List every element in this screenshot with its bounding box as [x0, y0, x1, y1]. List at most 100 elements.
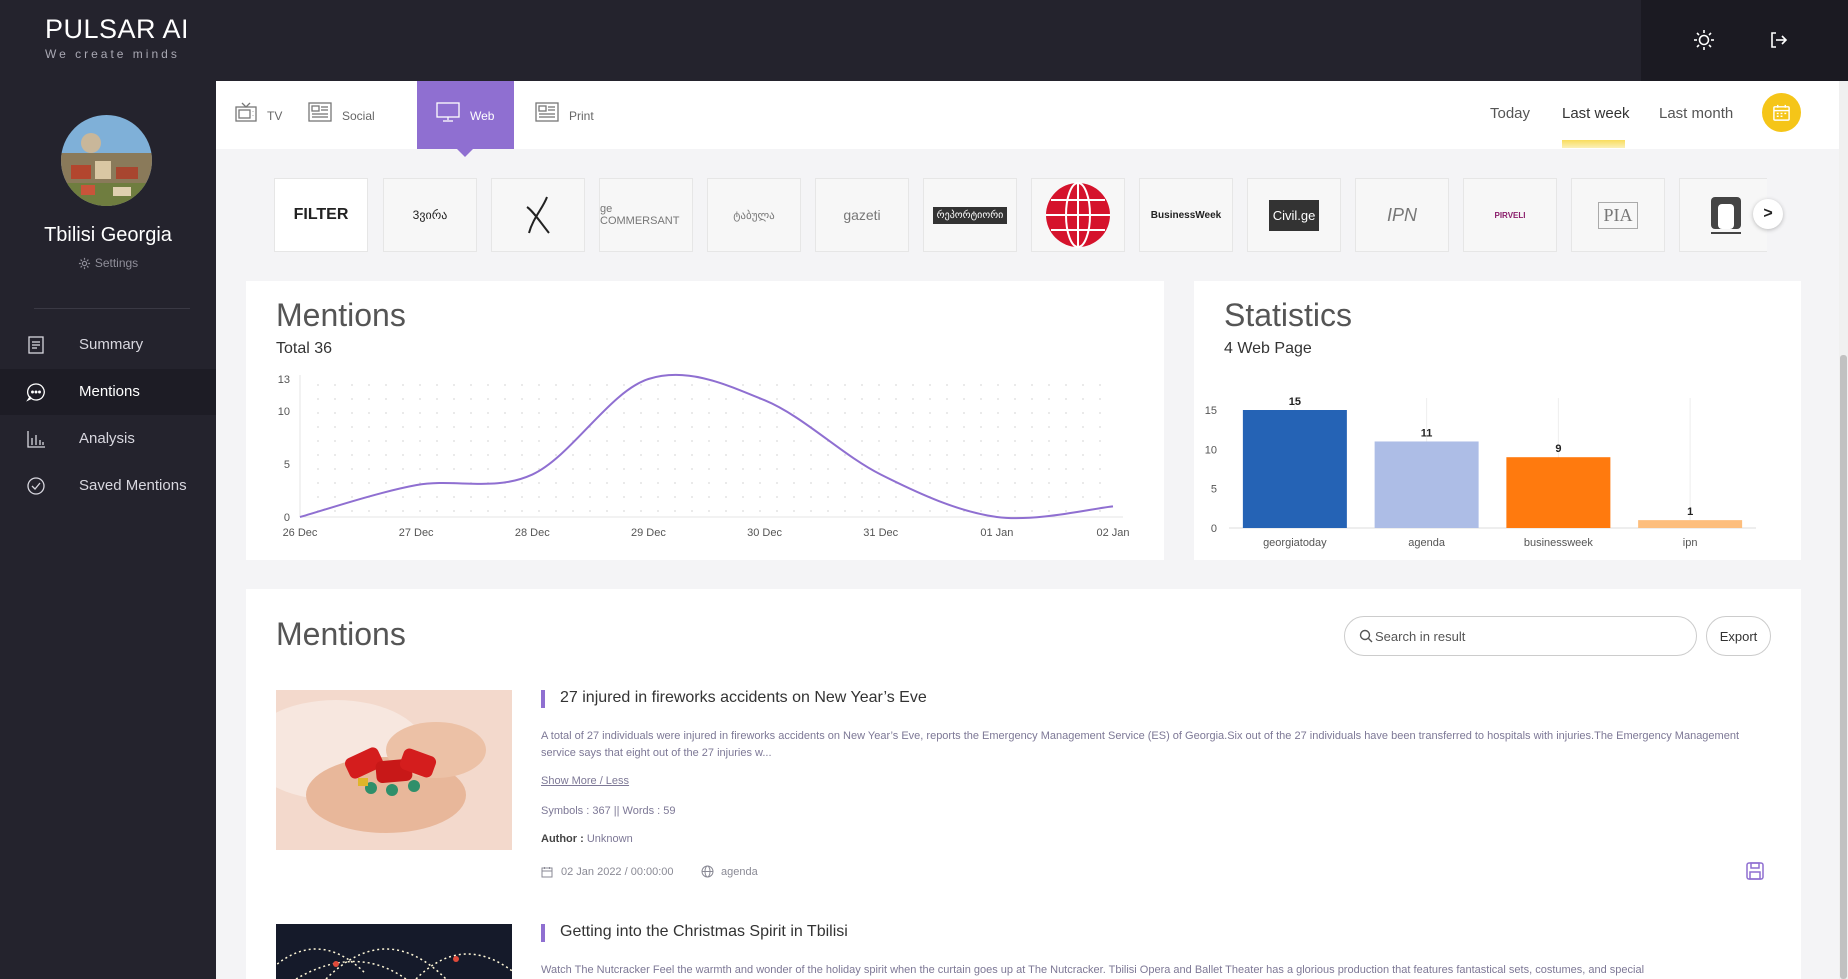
sidebar-item-saved-mentions[interactable]: Saved Mentions	[0, 463, 216, 509]
range-last-month[interactable]: Last month	[1659, 105, 1733, 122]
sidebar-item-summary[interactable]: Summary	[0, 322, 216, 368]
grid-dot	[640, 412, 642, 414]
logo-card[interactable]: ge COMMERSANT	[599, 178, 693, 252]
logo-card[interactable]: PIRVELI	[1463, 178, 1557, 252]
range-last-week[interactable]: Last week	[1562, 105, 1630, 122]
grid-dot	[946, 384, 948, 386]
grid-dot	[521, 398, 523, 400]
grid-dot	[334, 510, 336, 512]
sidebar-item-mentions[interactable]: Mentions	[0, 369, 216, 415]
grid-dot	[1065, 398, 1067, 400]
grid-dot	[589, 454, 591, 456]
grid-dot	[1099, 454, 1101, 456]
grid-dot	[453, 496, 455, 498]
statistics-bar-chart: 0 5 10 15 15 georgiatoday 11 agenda 9 businesswee…	[1205, 396, 1756, 549]
logo-card[interactable]: IPN	[1355, 178, 1449, 252]
grid-dot	[1065, 454, 1067, 456]
tab-social[interactable]: Social	[299, 81, 407, 149]
x-tick-label: 29 Dec	[631, 527, 666, 539]
grid-dot	[606, 426, 608, 428]
grid-dot	[742, 496, 744, 498]
grid-dot	[402, 482, 404, 484]
logo-card[interactable]: BusinessWeek	[1139, 178, 1233, 252]
grid-dot	[759, 468, 761, 470]
grid-dot	[1065, 468, 1067, 470]
grid-dot	[776, 468, 778, 470]
sun-icon[interactable]	[1690, 26, 1718, 54]
logo-card[interactable]: PIA	[1571, 178, 1665, 252]
show-more-link[interactable]: Show More / Less	[541, 775, 629, 787]
grid-dot	[402, 510, 404, 512]
sidebar-item-label: Saved Mentions	[79, 477, 187, 494]
logo-card[interactable]: ტაბულა	[707, 178, 801, 252]
grid-dot	[878, 384, 880, 386]
grid-dot	[946, 398, 948, 400]
article-source[interactable]: agenda	[721, 866, 758, 878]
grid-dot	[385, 482, 387, 484]
grid-dot	[385, 384, 387, 386]
grid-dot	[912, 412, 914, 414]
article-thumbnail[interactable]	[276, 924, 512, 979]
logout-icon[interactable]	[1764, 26, 1792, 54]
avatar[interactable]	[61, 115, 152, 206]
grid-dot	[1031, 510, 1033, 512]
brand-title: PULSAR AI	[45, 14, 190, 44]
grid-dot	[419, 398, 421, 400]
grid-dot	[589, 398, 591, 400]
logo-card[interactable]: Civil.ge	[1247, 178, 1341, 252]
grid-dot	[725, 454, 727, 456]
grid-dot	[810, 510, 812, 512]
grid-dot	[878, 510, 880, 512]
settings-link[interactable]: Settings	[0, 256, 216, 270]
grid-dot	[334, 468, 336, 470]
grid-dot	[351, 384, 353, 386]
tab-print[interactable]: Print	[535, 81, 625, 149]
grid-dot	[895, 398, 897, 400]
grid-dot	[555, 496, 557, 498]
filter-card[interactable]: FILTER	[274, 178, 368, 252]
grid-dot	[640, 440, 642, 442]
grid-dot	[929, 398, 931, 400]
article-title[interactable]: 27 injured in fireworks accidents on New…	[560, 689, 927, 707]
grid-dot	[453, 440, 455, 442]
tab-web[interactable]: Web	[417, 81, 514, 157]
grid-dot	[1082, 384, 1084, 386]
article-title[interactable]: Getting into the Christmas Spirit in Tbi…	[560, 923, 848, 941]
logo-card[interactable]: 3ვირა	[383, 178, 477, 252]
grid-dot	[1014, 440, 1016, 442]
logo-text: 3ვირა	[412, 208, 448, 222]
grid-dot	[572, 412, 574, 414]
grid-dot	[878, 426, 880, 428]
article-thumbnail[interactable]	[276, 690, 512, 850]
grid-dot	[912, 384, 914, 386]
save-icon[interactable]	[1745, 861, 1765, 881]
grid-dot	[1099, 384, 1101, 386]
grid-dot	[708, 412, 710, 414]
logo-card[interactable]	[491, 178, 585, 252]
logo-card[interactable]	[1031, 178, 1125, 252]
grid-dot	[1031, 398, 1033, 400]
logo-card[interactable]: gazeti	[815, 178, 909, 252]
grid-dot	[368, 440, 370, 442]
logos-next-button[interactable]: >	[1753, 199, 1783, 229]
export-button[interactable]: Export	[1706, 616, 1771, 656]
search-input[interactable]	[1375, 626, 1685, 646]
sidebar-item-analysis[interactable]: Analysis	[0, 416, 216, 462]
article-author: Author : Unknown	[541, 833, 633, 845]
grid-dot	[725, 440, 727, 442]
range-today[interactable]: Today	[1490, 105, 1530, 122]
grid-dot	[844, 482, 846, 484]
grid-dot	[402, 398, 404, 400]
grid-dot	[317, 398, 319, 400]
grid-dot	[1048, 412, 1050, 414]
grid-dot	[436, 510, 438, 512]
calendar-button[interactable]	[1762, 93, 1801, 132]
tab-label: TV	[267, 109, 283, 123]
logo-card[interactable]: რეპორტიორი	[923, 178, 1017, 252]
grid-dot	[640, 398, 642, 400]
tab-tv[interactable]: TV	[216, 81, 299, 149]
grid-dot	[793, 412, 795, 414]
grid-dot	[470, 426, 472, 428]
grid-dot	[674, 426, 676, 428]
scrollbar-thumb[interactable]	[1840, 355, 1847, 979]
